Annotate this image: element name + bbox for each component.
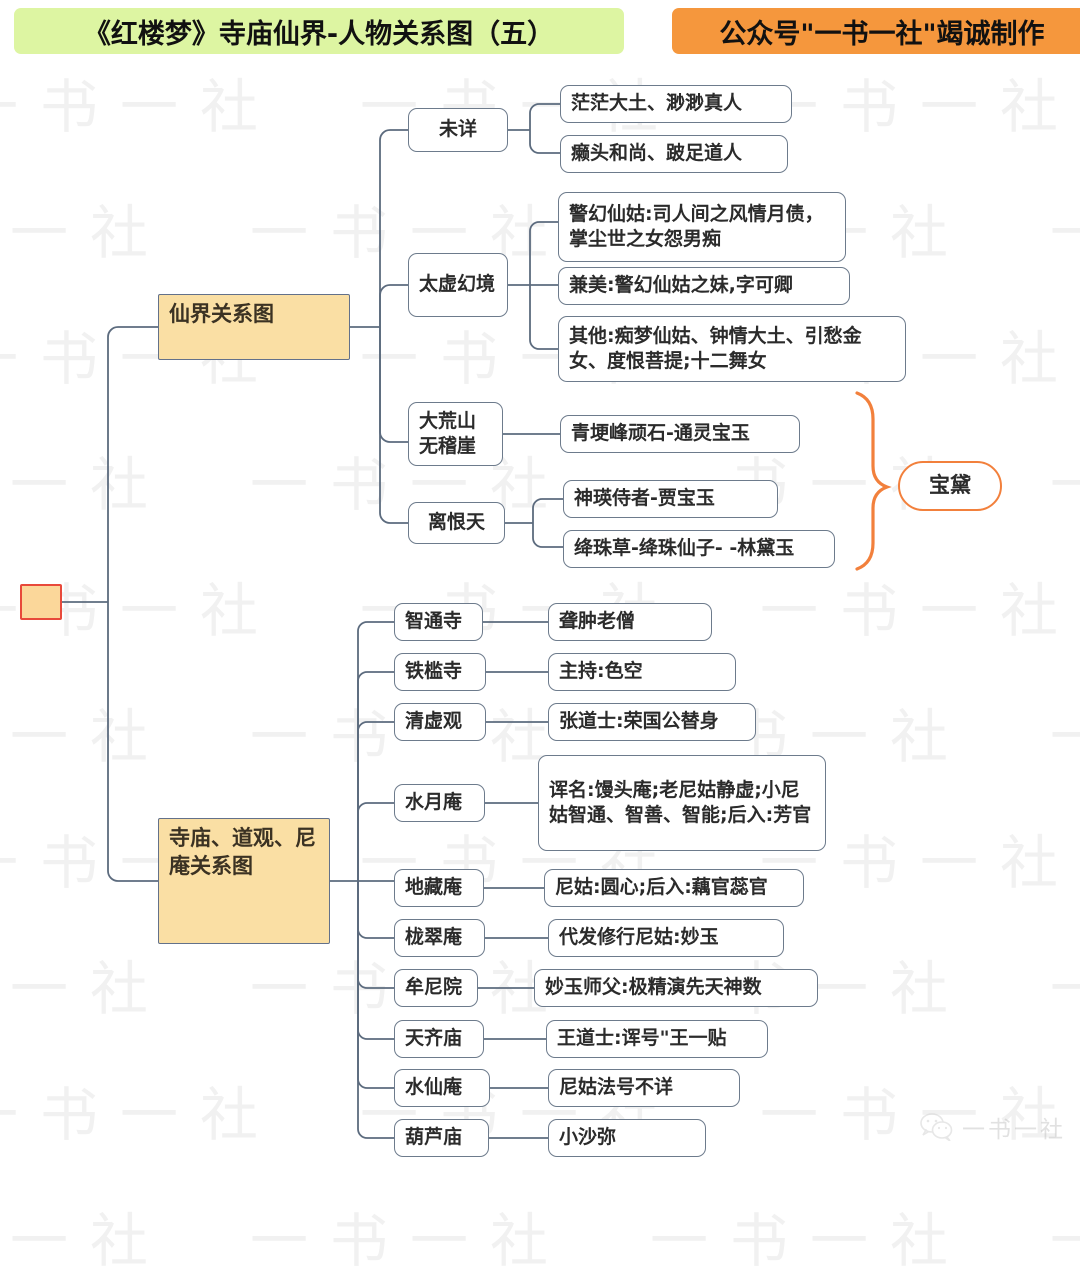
leaf-shenying[interactable]: 神瑛侍者-贾宝玉 [563, 480, 778, 518]
branch-node-temples-label: 寺庙、道观、尼庵关系图 [169, 826, 316, 878]
leaf-jinghuan-label: 警幻仙姑:司人间之风情月债，掌尘世之女怨男痴 [569, 202, 824, 250]
annotation-baodai[interactable]: 宝黛 [898, 461, 1002, 511]
node-longcuian-label: 栊翠庵 [405, 926, 463, 949]
node-lihentian-label: 离恨天 [427, 511, 485, 534]
node-tiekansi-label: 铁槛寺 [405, 660, 463, 683]
watermark-row: 一书一社 一书一社 一书一社 一书一社 一书一社 一书一社 [0, 1207, 1080, 1275]
node-shuiyuean[interactable]: 水月庵 [394, 784, 485, 822]
node-dahuangshan-label: 大荒山无稽崖 [419, 409, 477, 457]
leaf-shuiyuean-detail-label: 诨名:馒头庵;老尼姑静虚;小尼姑智通、智善、智能;后入:芳官 [549, 778, 812, 826]
leaf-mangmang-label: 茫茫大土、渺渺真人 [571, 92, 743, 115]
promo-badge: 公众号"一书一社"竭诚制作 [672, 8, 1080, 54]
leaf-longcuian-detail[interactable]: 代发修行尼姑:妙玉 [548, 919, 784, 957]
leaf-jianmei[interactable]: 兼美:警幻仙姑之妹,字可卿 [558, 267, 850, 305]
node-qingxuguan[interactable]: 清虚观 [394, 703, 486, 741]
node-tianqimiao[interactable]: 天齐庙 [394, 1020, 484, 1058]
leaf-shuixianan-detail[interactable]: 尼姑法号不详 [548, 1069, 740, 1107]
page-title: 《红楼梦》寺庙仙界-人物关系图（五） [14, 8, 624, 54]
leaf-mangmang[interactable]: 茫茫大土、渺渺真人 [560, 85, 792, 123]
node-tiekansi[interactable]: 铁槛寺 [394, 653, 486, 691]
node-shuixianan[interactable]: 水仙庵 [394, 1069, 490, 1107]
leaf-tiekansi-detail[interactable]: 主持:色空 [548, 653, 736, 691]
leaf-huhumiao-detail-label: 小沙弥 [559, 1126, 617, 1149]
leaf-laitou[interactable]: 癞头和尚、跛足道人 [560, 135, 788, 173]
leaf-qinggengfeng-label: 青埂峰顽石-通灵宝玉 [571, 422, 750, 445]
leaf-longcuian-detail-label: 代发修行尼姑:妙玉 [559, 926, 719, 949]
node-huhumiao-label: 葫芦庙 [405, 1126, 463, 1149]
node-mounivyuan[interactable]: 牟尼院 [394, 969, 478, 1007]
node-huhumiao[interactable]: 葫芦庙 [394, 1119, 489, 1157]
leaf-jianmei-label: 兼美:警幻仙姑之妹,字可卿 [569, 274, 793, 297]
node-zhitongsi-label: 智通寺 [405, 610, 463, 633]
branch-node-immortal[interactable]: 仙界关系图 [158, 294, 350, 360]
leaf-tiekansi-detail-label: 主持:色空 [559, 660, 643, 683]
leaf-qinggengfeng[interactable]: 青埂峰顽石-通灵宝玉 [560, 415, 800, 453]
leaf-jiangzhucao[interactable]: 绛珠草-绛珠仙子- -林黛玉 [563, 530, 835, 568]
leaf-mounivyuan-detail[interactable]: 妙玉师父:极精演先天神数 [534, 969, 818, 1007]
leaf-laitou-label: 癞头和尚、跛足道人 [571, 142, 743, 165]
node-zhitongsi[interactable]: 智通寺 [394, 603, 483, 641]
leaf-qita-label: 其他:痴梦仙姑、钟情大土、引愁金女、度恨菩提;十二舞女 [569, 324, 862, 372]
leaf-jinghuan[interactable]: 警幻仙姑:司人间之风情月债，掌尘世之女怨男痴 [558, 192, 846, 262]
node-dizangan-label: 地藏庵 [405, 876, 463, 899]
leaf-qingxuguan-detail[interactable]: 张道士:荣国公替身 [548, 703, 756, 741]
leaf-dizangan-detail-label: 尼姑:圆心;后入:藕官蕊官 [555, 876, 768, 899]
node-shuixianan-label: 水仙庵 [405, 1076, 463, 1099]
leaf-shuixianan-detail-label: 尼姑法号不详 [559, 1076, 674, 1099]
leaf-mounivyuan-detail-label: 妙玉师父:极精演先天神数 [545, 976, 762, 999]
leaf-dizangan-detail[interactable]: 尼姑:圆心;后入:藕官蕊官 [544, 869, 804, 907]
leaf-qingxuguan-detail-label: 张道士:荣国公替身 [559, 710, 719, 733]
branch-node-temples[interactable]: 寺庙、道观、尼庵关系图 [158, 818, 330, 944]
brace-icon [855, 391, 892, 571]
leaf-jiangzhucao-label: 绛珠草-绛珠仙子- -林黛玉 [574, 537, 795, 560]
node-dizangan[interactable]: 地藏庵 [394, 869, 484, 907]
node-tianqimiao-label: 天齐庙 [405, 1027, 463, 1050]
node-qingxuguan-label: 清虚观 [405, 710, 463, 733]
node-shuiyuean-label: 水月庵 [405, 791, 463, 814]
leaf-huhumiao-detail[interactable]: 小沙弥 [548, 1119, 706, 1157]
node-weixiang-label: 未详 [438, 118, 477, 141]
leaf-shenying-label: 神瑛侍者-贾宝玉 [574, 487, 715, 510]
annotation-baodai-label: 宝黛 [929, 473, 971, 498]
node-lihentian[interactable]: 离恨天 [408, 502, 505, 544]
header-bar: 《红楼梦》寺庙仙界-人物关系图（五） 公众号"一书一社"竭诚制作 [0, 0, 1080, 62]
node-taixu-label: 太虚幻境 [419, 273, 496, 296]
leaf-zhitongsi-detail-label: 聋肿老僧 [559, 610, 636, 633]
branch-node-immortal-label: 仙界关系图 [169, 302, 274, 326]
node-dahuangshan[interactable]: 大荒山无稽崖 [408, 402, 503, 466]
leaf-tianqimiao-detail[interactable]: 王道士:诨号"王一贴 [546, 1020, 768, 1058]
leaf-zhitongsi-detail[interactable]: 聋肿老僧 [548, 603, 712, 641]
node-longcuian[interactable]: 栊翠庵 [394, 919, 485, 957]
leaf-qita[interactable]: 其他:痴梦仙姑、钟情大土、引愁金女、度恨菩提;十二舞女 [558, 316, 906, 382]
node-taixu[interactable]: 太虚幻境 [408, 253, 508, 317]
root-node[interactable] [20, 584, 62, 620]
wechat-brand-watermark: 一书一社 [920, 1110, 1066, 1144]
node-mounivyuan-label: 牟尼院 [405, 976, 463, 999]
wechat-icon [920, 1113, 953, 1141]
node-weixiang[interactable]: 未详 [408, 108, 508, 152]
leaf-tianqimiao-detail-label: 王道士:诨号"王一贴 [557, 1027, 727, 1050]
wechat-brand-label: 一书一社 [962, 1117, 1066, 1143]
leaf-shuiyuean-detail[interactable]: 诨名:馒头庵;老尼姑静虚;小尼姑智通、智善、智能;后入:芳官 [538, 755, 826, 851]
